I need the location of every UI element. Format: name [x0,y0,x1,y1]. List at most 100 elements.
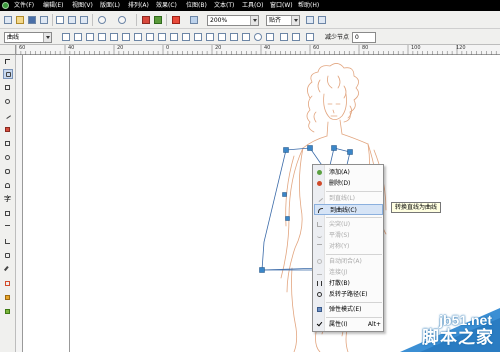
reduce-nodes-input[interactable]: 0 [352,32,376,43]
watermark: jb51.net 脚本之家 [360,308,500,352]
menu-bitmaps[interactable]: 位图(B) [186,1,207,10]
chevron-down-icon [291,16,299,25]
chevron-down-icon [250,16,258,25]
delete-nodes-icon[interactable] [74,33,82,41]
smooth-icon [317,233,322,238]
menu-item-smooth: 平滑(S) [314,230,383,241]
curve-smoothness-icon[interactable] [280,33,288,41]
stretch-nodes-icon[interactable] [218,33,226,41]
object-type-select[interactable]: 曲线 [4,32,52,43]
new-file-icon[interactable] [4,16,12,24]
join-icon [317,270,322,275]
table-tool-icon[interactable] [3,209,13,219]
interactive-fill-tool-icon[interactable] [3,307,13,317]
paste-icon[interactable] [80,16,88,24]
text-tool-icon[interactable]: 字 [3,195,13,205]
smart-fill-tool-icon[interactable] [3,125,13,135]
interactive-blend-tool-icon[interactable] [3,251,13,261]
menu-item-to-curve[interactable]: 到曲线(C) [314,204,383,215]
menu-item-auto-close: 自动闭合(A) [314,256,383,267]
reduce-nodes-label: 减少节点 [325,34,350,41]
menu-effects[interactable]: 效果(C) [156,1,177,10]
menu-text[interactable]: 文本(T) [214,1,234,10]
ruler-number: 20 [215,45,222,51]
smooth-node-icon[interactable] [146,33,154,41]
crop-tool-icon[interactable] [3,83,13,93]
freehand-tool-icon[interactable] [3,111,13,121]
cut-icon[interactable] [56,16,64,24]
export-icon[interactable] [154,16,162,24]
extract-subpath-icon[interactable] [194,33,202,41]
options-icon[interactable] [306,16,314,24]
ruler-number: 40 [264,45,271,51]
ruler-number: 20 [117,45,124,51]
print-icon[interactable] [40,16,48,24]
auto-close-icon [317,259,322,264]
import-icon[interactable] [142,16,150,24]
open-file-icon[interactable] [16,16,24,24]
connector-tool-icon[interactable] [3,237,13,247]
convert-to-curve-icon[interactable] [122,33,130,41]
convert-to-line-icon[interactable] [110,33,118,41]
elastic-mode-icon[interactable] [254,33,262,41]
menu-arrange[interactable]: 排列(A) [128,1,149,10]
menu-item-break-apart[interactable]: 打散(B) [314,278,383,289]
cusp-node-icon[interactable] [134,33,142,41]
reverse-direction-icon[interactable] [170,33,178,41]
rotate-nodes-icon[interactable] [230,33,238,41]
shape-tool-icon[interactable] [3,69,13,79]
application-launcher-icon[interactable] [172,16,180,24]
welcome-screen-icon[interactable] [318,16,326,24]
align-nodes-icon[interactable] [242,33,250,41]
standard-toolbar: 200% 贴齐 [0,11,500,29]
menu-layout[interactable]: 版面(L) [100,1,120,10]
undo-icon[interactable] [98,16,106,24]
save-icon[interactable] [28,16,36,24]
break-curve-icon[interactable] [98,33,106,41]
menu-file[interactable]: 文件(F) [14,1,34,10]
symmetric-node-icon[interactable] [158,33,166,41]
copy-icon[interactable] [68,16,76,24]
corel-online-icon[interactable] [190,16,198,24]
menu-item-reverse-subpath[interactable]: 反转子路径(E) [314,289,383,300]
symmetrical-icon [317,244,322,249]
eyedropper-tool-icon[interactable] [3,265,13,275]
menu-edit[interactable]: 编辑(E) [43,1,63,10]
fill-tool-icon[interactable] [3,293,13,303]
polygon-tool-icon[interactable] [3,167,13,177]
ruler-number: 0 [166,45,170,51]
horizontal-ruler[interactable]: 60 40 20 0 20 40 60 80 100 120 [16,45,500,55]
node-context-menu: 添加(A) 删除(D) 到直线(L) 到曲线(C) 尖突(U) 平滑(S) 对称… [312,164,384,332]
ruler-number: 80 [362,45,369,51]
basic-shapes-tool-icon[interactable] [3,181,13,191]
property-bar: 曲线 减少节点 0 [0,29,500,45]
node-alignment-icon[interactable] [292,33,300,41]
redo-icon[interactable] [118,16,126,24]
dimension-tool-icon[interactable] [3,223,13,233]
pick-tool-icon[interactable] [3,57,13,67]
snap-to-select[interactable]: 贴齐 [266,15,300,26]
menu-window[interactable]: 窗口(W) [270,1,293,10]
zoom-tool-icon[interactable] [3,97,13,107]
join-nodes-icon[interactable] [86,33,94,41]
menu-item-cusp: 尖突(U) [314,219,383,230]
break-apart-icon [317,281,322,286]
chevron-down-icon [43,33,51,42]
menu-view[interactable]: 视图(V) [72,1,93,10]
add-nodes-icon[interactable] [62,33,70,41]
ellipse-tool-icon[interactable] [3,153,13,163]
node-options-icon[interactable] [306,33,314,41]
coreldraw-window: 文件(F) 编辑(E) 视图(V) 版面(L) 排列(A) 效果(C) 位图(B… [0,0,500,352]
auto-close-icon[interactable] [206,33,214,41]
zoom-level-select[interactable]: 200% [207,15,259,26]
select-all-nodes-icon[interactable] [266,33,274,41]
menu-tools[interactable]: 工具(O) [242,1,263,10]
menu-item-add[interactable]: 添加(A) [314,167,383,178]
rectangle-tool-icon[interactable] [3,139,13,149]
menu-help[interactable]: 帮助(H) [298,1,319,10]
vertical-ruler[interactable] [16,55,23,352]
ruler-corner[interactable] [0,45,16,55]
menu-item-delete[interactable]: 删除(D) [314,178,383,189]
outline-tool-icon[interactable] [3,279,13,289]
extend-curve-icon[interactable] [182,33,190,41]
